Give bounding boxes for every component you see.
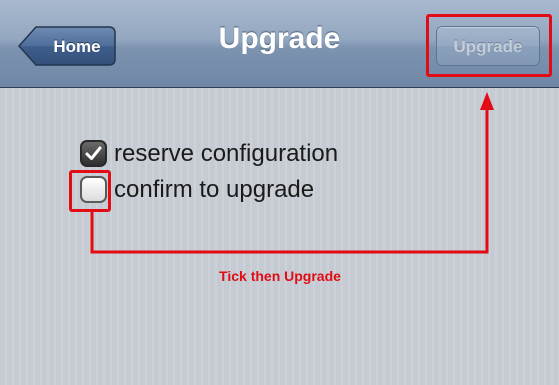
- annotation-caption: Tick then Upgrade: [219, 268, 341, 284]
- annotation-arrow: [90, 92, 494, 254]
- arrow-head-icon: [480, 92, 494, 110]
- upgrade-screen: Home Upgrade Upgrade reserve configurati…: [0, 0, 559, 385]
